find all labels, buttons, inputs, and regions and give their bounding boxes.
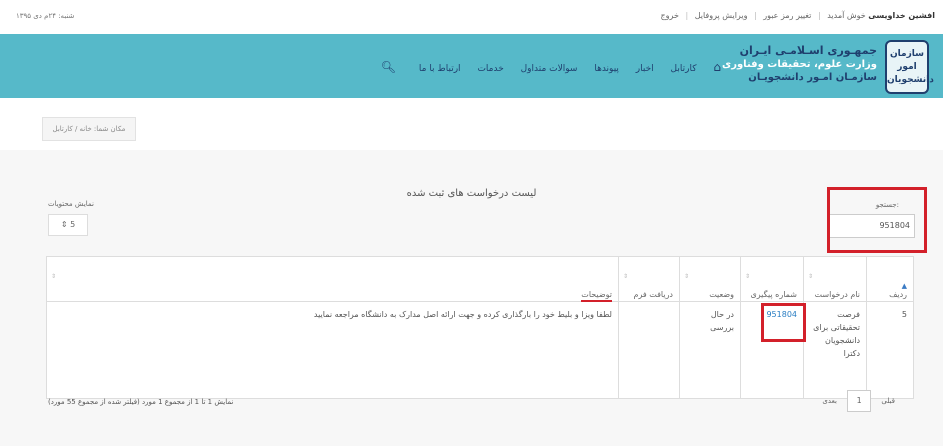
welcome-text: خوش آمدید [827,11,866,20]
col-status-label: وضعیت [709,290,734,299]
site-header: سازمان امور دانشجویان جمهـوری اسـلامـی ا… [0,34,943,98]
cell-status: در حال بررسی [679,301,741,399]
cell-form-download [618,301,680,399]
col-row-number-label: ردیف [889,290,907,299]
nav-item-services[interactable]: خدمات [477,64,503,74]
current-page-button[interactable]: 1 [847,390,872,412]
page-size-value: 5 [70,220,76,229]
nav-item-news[interactable]: اخبار [636,64,654,74]
nav-item-contact[interactable]: ارتباط با ما [419,64,461,74]
next-page-button[interactable]: بعدی [822,397,836,405]
org-name-line-3: سازمـان امـور دانشجویـان [748,72,877,83]
change-password-link[interactable]: تغییر رمز عبور [763,11,811,20]
main-nav: ⌂ کارتابل اخبار پیوندها سوالات متداول خد… [367,60,721,74]
nav-item-cartable[interactable]: کارتابل [671,64,697,74]
sort-icon: ⇕ [623,273,629,280]
divider: | [685,11,689,20]
col-description-label: توضیحات [581,290,612,302]
col-row-number[interactable]: ▲ ردیف [866,256,914,302]
nav-item-links[interactable]: پیوندها [594,64,619,74]
user-name: افشین خداویسی [868,11,935,20]
col-status[interactable]: ⇕ وضعیت [679,256,741,302]
nav-item-faq[interactable]: سوالات متداول [521,64,578,74]
user-links: افشین خداویسی خوش آمدید | تغییر رمز عبور… [661,11,936,20]
divider: | [817,11,821,20]
current-date: شنبه: ۲۴م دی ۱۳۹۵ [16,12,75,20]
sort-icon: ⇕ [808,273,814,280]
sort-ascending-icon: ▲ [901,282,907,290]
chevron-updown-icon: ⇕ [60,220,68,229]
col-request-name[interactable]: ⇕ نام درخواست [803,256,867,302]
table-header-row: ▲ ردیف ⇕ نام درخواست ⇕ شماره پیگیری ⇕ وض… [46,256,914,302]
organization-logo[interactable]: سازمان امور دانشجویان [885,40,934,94]
search-highlight-box [827,187,927,253]
col-tracking-number-label: شماره پیگیری [750,290,797,299]
page-size-label: نمایش محتویات [48,200,94,208]
cell-row-number: 5 [866,301,914,399]
edit-profile-link[interactable]: ویرایش پروفایل [695,11,748,20]
col-request-name-label: نام درخواست [814,290,860,299]
col-form-download[interactable]: ⇕ دریافت فرم [618,256,680,302]
search-icon[interactable]: 🔍︎ [381,60,396,74]
tracking-highlight-box [761,303,806,342]
sort-icon: ⇕ [684,273,690,280]
breadcrumb: مکان شما: خانه / کارتابل [42,117,136,141]
org-name-line-2: وزارت علوم، تحقیقات وفناوری [722,59,877,70]
col-description[interactable]: ⇕ توضیحات [46,256,619,302]
top-bar: شنبه: ۲۴م دی ۱۳۹۵ افشین خداویسی خوش آمدی… [0,0,943,34]
col-form-download-label: دریافت فرم [633,290,673,299]
col-tracking-number[interactable]: ⇕ شماره پیگیری [740,256,804,302]
org-name-line-1: جمهـوری اسـلامـی ایـران [739,44,877,57]
cell-request-name: فرصت تحقیقاتی برای دانشجویان دکترا [803,301,867,399]
table-summary: نمایش 1 تا 1 از مجموع 1 مورد (فیلتر شده … [48,398,234,406]
page-size-select[interactable]: ⇕ 5 [48,214,88,236]
sort-icon: ⇕ [51,273,57,280]
logout-link[interactable]: خروج [661,11,679,20]
cell-description: لطفا ویزا و بلیط خود را بارگذاری کرده و … [46,301,619,399]
page-title: لیست درخواست های ثبت شده [406,188,537,199]
organization-name: جمهـوری اسـلامـی ایـران وزارت علوم، تحقی… [722,44,877,83]
divider: | [753,11,757,20]
pagination: قبلی 1 بعدی [822,390,895,412]
home-icon[interactable]: ⌂ [713,60,721,74]
prev-page-button[interactable]: قبلی [881,397,895,405]
sort-icon: ⇕ [745,273,751,280]
